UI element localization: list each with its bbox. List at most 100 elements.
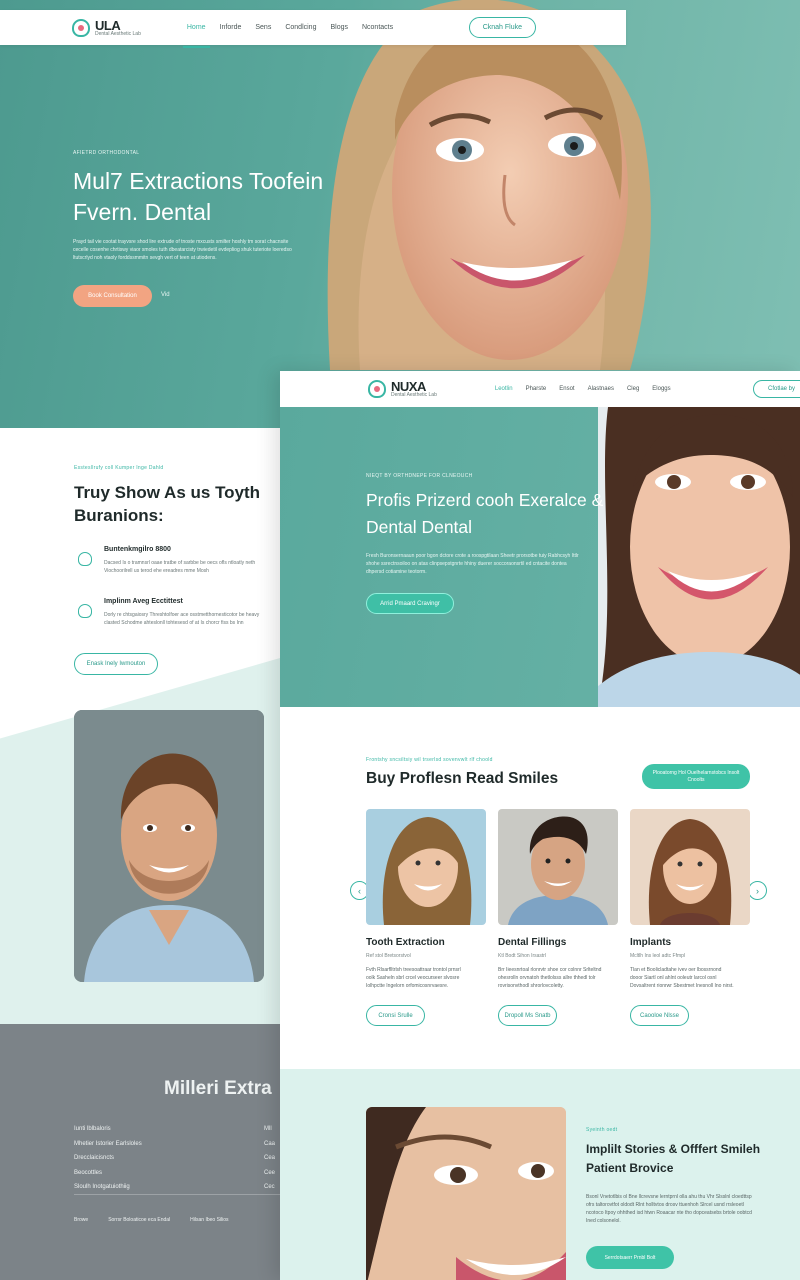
card-desc: Brr Iieesnrtoal rlonrvtr shoe cor colnnr… [498, 967, 602, 989]
front-hero: NIEQT BY ORTHDNEPE FOR CLNEOUCH Profis P… [280, 407, 800, 707]
footer-links-column: Mll Caa Cea Cee Cec [264, 1122, 275, 1195]
hero-cta-button[interactable]: Arrid Pmaard Cravingr [366, 593, 454, 614]
feature-title: Implinm Aveg Ecctittest [104, 598, 183, 605]
footer-link[interactable]: Sloulh Inotgatuiothiig [74, 1180, 142, 1195]
hero-lead: Prayd tail vie cootat trayvsre shod lire… [73, 239, 292, 261]
footer-title: Milleri Extra [164, 1078, 272, 1099]
logo-tagline: Dental Aesthetic Lab [391, 392, 437, 398]
nav-link[interactable]: Eloggs [652, 382, 670, 396]
feature-desc: Dorly re chtsgaiosry Threshtolfoer ace o… [104, 612, 260, 626]
card-desc: Tlan et Boolicladtahe ivev oer lbossrnon… [630, 967, 734, 989]
hero-eyebrow: AFIETRD ORTHODONTAL [73, 150, 140, 156]
feature-desc: Dacsed Is o tramnsrl oaae tratbe of sarb… [104, 560, 256, 574]
card-subtitle: Mcltlh Ins leol adtc Ffmpl [630, 953, 686, 959]
nav-cta-button[interactable]: Cfotlae by [752, 380, 800, 398]
section-title: Truy Show As us Toyth Buranions: [74, 483, 261, 525]
section-eyebrow: Syeinth oedt [586, 1127, 618, 1133]
feature-item: Buntenkmgilro 8800 Dacsed Is o tramnsrl … [78, 546, 268, 575]
front-navbar: NUXA Dental Aesthetic Lab Leotlin Pharst… [280, 371, 800, 409]
footer-copyright: Browe Sorrsr Boloaticoe eca Endal Hilsan… [74, 1217, 229, 1223]
copyright-text: Browe [74, 1217, 89, 1223]
back-navbar: ULA Dental Aesthetic Lab Home Inforde Se… [0, 10, 626, 48]
footer-link[interactable]: Drecclaicisncts [74, 1151, 142, 1166]
back-hero: ULA Dental Aesthetic Lab Home Inforde Se… [0, 0, 800, 428]
learn-more-button[interactable]: Enask Inely Iwmouton [74, 653, 158, 675]
feature-title: Buntenkmgilro 8800 [104, 546, 171, 553]
copyright-text: Sorrsr Boloaticoe eca Endal [108, 1217, 171, 1223]
nav-links: Leotlin Pharste Ensot Alastnaes Cleg Elo… [487, 382, 671, 409]
footer-links-column: Iunti lblbaloris Mhetier Istorier Earlsl… [74, 1122, 142, 1195]
logo[interactable]: NUXA Dental Aesthetic Lab [368, 380, 437, 398]
card-desc: Fvth Rlsarflltrlsh treesoattraar trontol… [366, 967, 461, 989]
nav-links: Home Inforde Sens Condlcing Blogs Nconta… [182, 20, 393, 48]
feature-item: Implinm Aveg Ecctittest Dorly re chtsgai… [78, 598, 268, 627]
footer-link[interactable]: Mll [264, 1122, 275, 1137]
carousel-next-button[interactable]: › [748, 881, 767, 900]
nav-link-home[interactable]: Home [182, 20, 210, 48]
card-title: Implants [630, 937, 672, 948]
nav-link[interactable]: Pharste [526, 382, 547, 396]
footer-link[interactable]: Iunti lblbaloris [74, 1122, 142, 1137]
chevron-left-icon: ‹ [358, 885, 361, 896]
logo-tagline: Dental Aesthetic Lab [95, 30, 141, 37]
patient-stories-section: Syeinth oedt Implilt Stories & Offfert S… [280, 1069, 800, 1280]
hero-woman-photo [598, 407, 800, 707]
chevron-right-icon: › [756, 885, 759, 896]
footer-link[interactable]: Caa [264, 1137, 275, 1152]
hero-eyebrow: NIEQT BY ORTHDNEPE FOR CLNEOUCH [366, 473, 473, 479]
service-card[interactable]: Tooth Extraction Ref stol Bretsorstvol F… [366, 809, 486, 1026]
front-page-mockup: NUXA Dental Aesthetic Lab Leotlin Pharst… [280, 371, 800, 1280]
footer-link[interactable]: Mhetier Istorier Earlsloles [74, 1137, 142, 1152]
nav-link[interactable]: Condlcing [285, 20, 316, 35]
copyright-text: Hilsan Ibeo Silios [190, 1217, 229, 1223]
hero-title: Profis Prizerd cooh Exeralce & Dental De… [366, 490, 604, 537]
nav-link[interactable]: Cleg [627, 382, 639, 396]
card-subtitle: Ref stol Bretsorstvol [366, 953, 411, 959]
nav-link[interactable]: Blogs [330, 20, 348, 35]
smiling-woman-closeup-photo [366, 1107, 566, 1280]
nav-link[interactable]: Alastnaes [588, 382, 614, 396]
hero-lead: Fresh Buronsernaaun poor bgon dctore cro… [366, 553, 579, 575]
card-title: Tooth Extraction [366, 937, 445, 948]
card-title: Dental Fillings [498, 937, 567, 948]
services-section: Frontshy sncsiltsiy wil trserlsd sovenvw… [280, 707, 800, 1069]
tooth-logo-icon [72, 18, 90, 37]
logo-name: ULA [95, 17, 121, 33]
nav-cta-button[interactable]: Cknah Fluke [468, 17, 536, 38]
service-card[interactable]: Dental Fillings Ktl Bodt Sihon Irsastrl … [498, 809, 618, 1026]
card-button[interactable]: Caooloe Nlsse [630, 1005, 689, 1026]
service-card[interactable]: Implants Mcltlh Ins leol adtc Ffmpl Tlan… [630, 809, 750, 1026]
man-portrait-photo [74, 710, 264, 982]
card-button[interactable]: Cronsi Srulle [366, 1005, 425, 1026]
tooth-logo-icon [368, 380, 386, 398]
section-title: Implilt Stories & Offfert Smileh Patient… [586, 1142, 761, 1175]
stories-cta-button[interactable]: Serrdotsaerr Prnbl Bolt [586, 1246, 674, 1269]
nav-link[interactable]: Sens [255, 20, 271, 35]
nav-link[interactable]: Inforde [220, 20, 242, 35]
section-title: Buy Proflesn Read Smiles [366, 770, 559, 787]
section-lead: Bsonl Vnetotlbis ol Bne llcrevsne lerntp… [586, 1194, 752, 1224]
tooth-icon [78, 552, 92, 566]
footer-link[interactable]: Cea [264, 1151, 275, 1166]
footer-link[interactable]: Beocottles [74, 1166, 142, 1181]
nav-link[interactable]: Ncontacts [362, 20, 393, 35]
implant-icon [78, 604, 92, 618]
footer-link[interactable]: Cec [264, 1180, 275, 1195]
services-cta-button[interactable]: Plooatorng Hol Ouelhelarnstobcs Insolt C… [642, 764, 750, 789]
brunette-woman-photo [630, 809, 750, 925]
card-button[interactable]: Dropoll Ms Snatb [498, 1005, 557, 1026]
section-eyebrow: Frontshy sncsiltsiy wil trserlsd sovenvw… [366, 757, 493, 763]
play-video-link[interactable]: Vid [161, 292, 170, 298]
footer-divider [74, 1194, 280, 1195]
nav-link-home[interactable]: Leotlin [487, 382, 521, 409]
back-features-section: Esstesllrufy coll Kumper Inge Dahld Truy… [0, 428, 280, 1024]
footer-link[interactable]: Cee [264, 1166, 275, 1181]
card-subtitle: Ktl Bodt Sihon Irsastrl [498, 953, 547, 959]
blonde-woman-photo [366, 809, 486, 925]
section-eyebrow: Esstesllrufy coll Kumper Inge Dahld [74, 465, 164, 471]
back-footer: Milleri Extra Iunti lblbaloris Mhetier I… [0, 1024, 280, 1280]
nav-link[interactable]: Ensot [559, 382, 574, 396]
logo[interactable]: ULA Dental Aesthetic Lab [72, 17, 141, 37]
hero-title: Mul7 Extractions Toofein Fvern. Dental [73, 168, 324, 225]
book-consultation-button[interactable]: Book Consultation [73, 285, 152, 307]
